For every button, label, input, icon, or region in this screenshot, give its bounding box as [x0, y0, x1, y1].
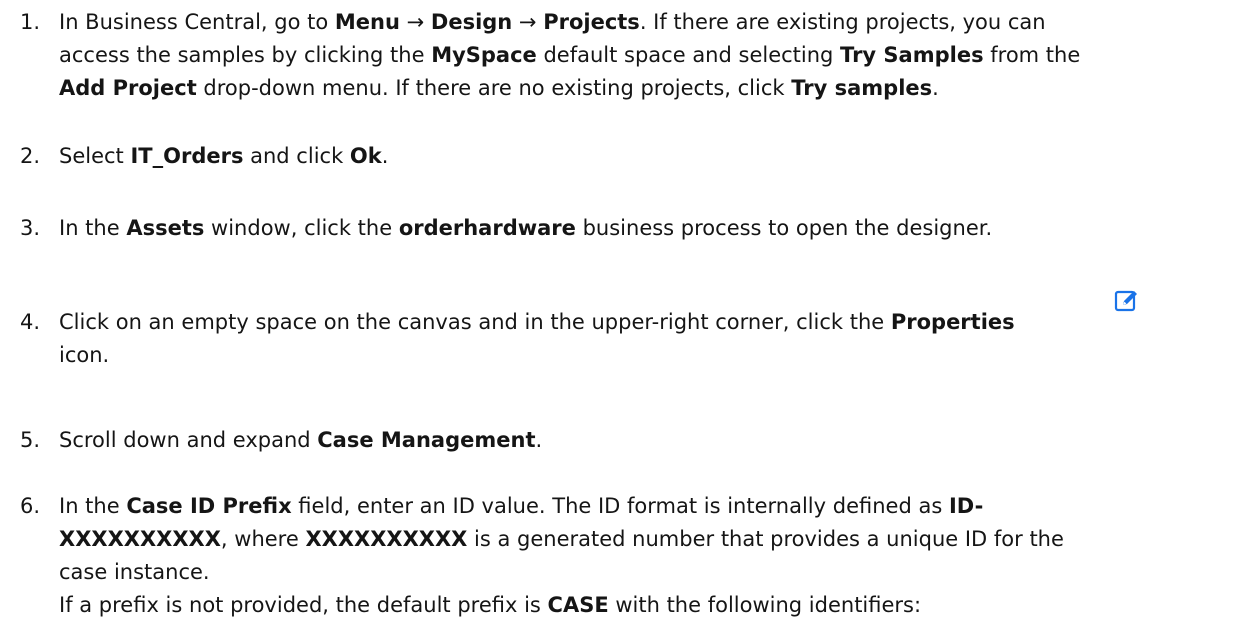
text: business process to open the designer. — [575, 216, 993, 240]
step-text: Click on an empty space on the canvas an… — [59, 306, 1209, 372]
arrow: → — [512, 10, 544, 34]
add-project-label: Add Project — [59, 76, 197, 100]
id-number: XXXXXXXXXX — [305, 527, 468, 551]
step-number: 2. — [20, 144, 41, 168]
edit-icon — [1114, 288, 1140, 314]
assets-label: Assets — [126, 216, 205, 240]
text: is a generated number that provides a un… — [467, 527, 1064, 551]
text: Scroll down and expand — [59, 428, 318, 452]
text: . If there are existing projects, you ca… — [639, 10, 1046, 34]
try-samples-label: Try samples — [791, 76, 933, 100]
case-management-label: Case Management — [317, 428, 536, 452]
text: In the — [59, 494, 127, 518]
text: with the following identifiers: — [608, 593, 922, 617]
step-number: 4. — [20, 310, 41, 334]
text: If a prefix is not provided, the default… — [59, 593, 548, 617]
case-prefix: CASE — [547, 593, 609, 617]
text: window, click the — [204, 216, 399, 240]
step-text: In Business Central, go to Menu → Design… — [59, 6, 1209, 105]
text: . — [932, 76, 939, 100]
step-text: Scroll down and expand Case Management. — [59, 424, 1209, 457]
id-format: XXXXXXXXXX — [59, 527, 221, 551]
text: from the — [983, 43, 1081, 67]
arrow: → — [399, 10, 431, 34]
text: and click — [243, 144, 350, 168]
text: field, enter an ID value. The ID format … — [291, 494, 949, 518]
step-number: 5. — [20, 428, 41, 452]
design-label: Design — [430, 10, 513, 34]
text: drop-down menu. If there are no existing… — [196, 76, 792, 100]
menu-label: Menu — [334, 10, 400, 34]
step-text: In the Assets window, click the orderhar… — [59, 212, 1209, 245]
step-text: Select IT_Orders and click Ok. — [59, 140, 1209, 173]
text: In Business Central, go to — [59, 10, 335, 34]
text: In the — [59, 216, 127, 240]
step-number: 1. — [20, 10, 41, 34]
text: Click on an empty space on the canvas an… — [59, 310, 891, 334]
properties-label: Properties — [890, 310, 1015, 334]
ok-label: Ok — [349, 144, 382, 168]
step-text: In the Case ID Prefix field, enter an ID… — [59, 490, 1209, 622]
myspace-label: MySpace — [431, 43, 537, 67]
orderhardware-label: orderhardware — [398, 216, 576, 240]
case-id-prefix-label: Case ID Prefix — [126, 494, 292, 518]
try-samples-label: Try Samples — [840, 43, 984, 67]
text: case instance. — [59, 560, 210, 584]
text: . — [381, 144, 389, 168]
projects-label: Projects — [543, 10, 640, 34]
text: . — [535, 428, 543, 452]
text: icon. — [59, 343, 110, 367]
id-format: ID- — [948, 494, 984, 518]
step-number: 6. — [20, 494, 41, 518]
it-orders-label: IT_Orders — [130, 144, 244, 168]
text: default space and selecting — [536, 43, 841, 67]
text: access the samples by clicking the — [59, 43, 432, 67]
step-number: 3. — [20, 216, 41, 240]
text: , where — [220, 527, 306, 551]
text: Select — [59, 144, 131, 168]
